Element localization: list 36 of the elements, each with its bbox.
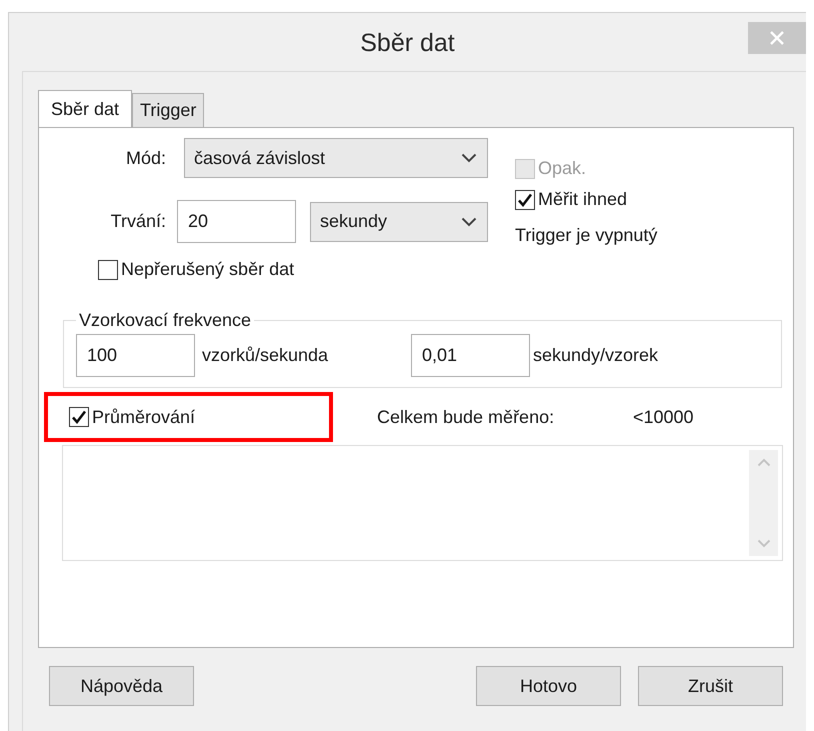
- checkbox-label: Nepřerušený sběr dat: [121, 259, 294, 280]
- close-button[interactable]: [748, 22, 806, 54]
- checkbox[interactable]: [515, 190, 535, 210]
- checkbox[interactable]: [98, 260, 118, 280]
- dropdown[interactable]: sekundy: [310, 202, 488, 242]
- field-label: Mód:: [124, 148, 166, 168]
- field-label: Trvání:: [110, 211, 166, 232]
- dialog-button[interactable]: Hotovo: [476, 666, 621, 706]
- checkbox[interactable]: [69, 407, 89, 427]
- close-icon: [769, 30, 785, 46]
- text-area[interactable]: [62, 445, 783, 561]
- tab[interactable]: Trigger: [132, 93, 204, 127]
- window-title: Sběr dat: [360, 28, 455, 58]
- chevron-up-icon: [756, 458, 770, 467]
- dialog-button[interactable]: Nápověda: [49, 666, 194, 706]
- checkbox-label: Opak.: [538, 158, 586, 179]
- checkmark-icon: [517, 192, 533, 208]
- input-field[interactable]: 20: [177, 200, 296, 243]
- chevron-down-icon: [756, 539, 770, 548]
- input-field[interactable]: 0,01: [411, 334, 530, 376]
- checkbox-label: Průměrování: [92, 406, 196, 428]
- total-label: Celkem bude měřeno:: [377, 406, 556, 428]
- group-title: Vzorkovací frekvence: [78, 310, 252, 331]
- unit-label: vzorků/sekunda: [202, 344, 330, 366]
- dropdown[interactable]: časová závislost: [184, 138, 488, 178]
- tab[interactable]: Sběr dat: [38, 90, 132, 128]
- unit-label: sekundy/vzorek: [533, 344, 658, 366]
- input-field[interactable]: 100: [76, 334, 195, 376]
- status-text: Trigger je vypnutý: [515, 225, 658, 246]
- dialog-button[interactable]: Zrušit: [638, 666, 783, 706]
- scrollbar[interactable]: [749, 450, 778, 556]
- chevron-down-icon: [461, 153, 477, 163]
- total-value: <10000: [633, 406, 694, 428]
- checkmark-icon: [71, 409, 87, 425]
- checkbox-label: Měřit ihned: [538, 189, 628, 210]
- chevron-down-icon: [461, 216, 477, 226]
